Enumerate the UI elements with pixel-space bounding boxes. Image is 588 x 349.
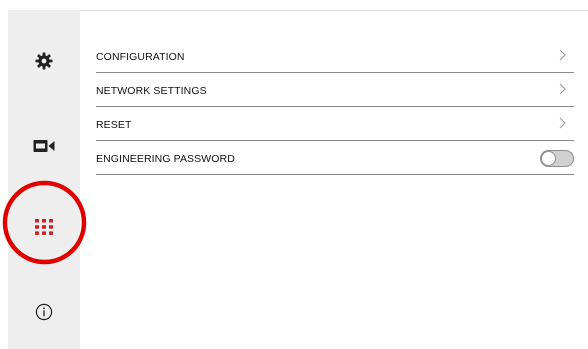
menu-item-engineering-password: ENGINEERING PASSWORD — [96, 141, 574, 175]
chevron-right-icon — [559, 83, 566, 95]
sidebar — [8, 10, 80, 349]
app-frame: CONFIGURATION NETWORK SETTINGS RESET ENG… — [0, 0, 588, 349]
settings-menu: CONFIGURATION NETWORK SETTINGS RESET ENG… — [96, 39, 574, 175]
sidebar-item-apps[interactable] — [8, 207, 80, 247]
chevron-right-icon — [559, 49, 566, 61]
chevron-right-icon — [559, 117, 566, 129]
menu-item-label: ENGINEERING PASSWORD — [96, 152, 235, 165]
top-divider — [80, 10, 588, 11]
menu-item-label: CONFIGURATION — [96, 50, 185, 63]
menu-item-network-settings[interactable]: NETWORK SETTINGS — [96, 73, 574, 107]
menu-item-reset[interactable]: RESET — [96, 107, 574, 141]
sidebar-item-info[interactable] — [8, 292, 80, 332]
sidebar-item-settings[interactable] — [8, 41, 80, 81]
grid-icon — [35, 219, 53, 235]
menu-item-label: NETWORK SETTINGS — [96, 84, 207, 97]
menu-item-configuration[interactable]: CONFIGURATION — [96, 39, 574, 73]
info-icon — [35, 303, 53, 321]
video-camera-icon — [33, 140, 55, 152]
sidebar-item-camera[interactable] — [8, 126, 80, 166]
menu-item-label: RESET — [96, 118, 132, 131]
gear-icon — [35, 52, 53, 70]
engineering-password-toggle[interactable] — [540, 150, 574, 167]
